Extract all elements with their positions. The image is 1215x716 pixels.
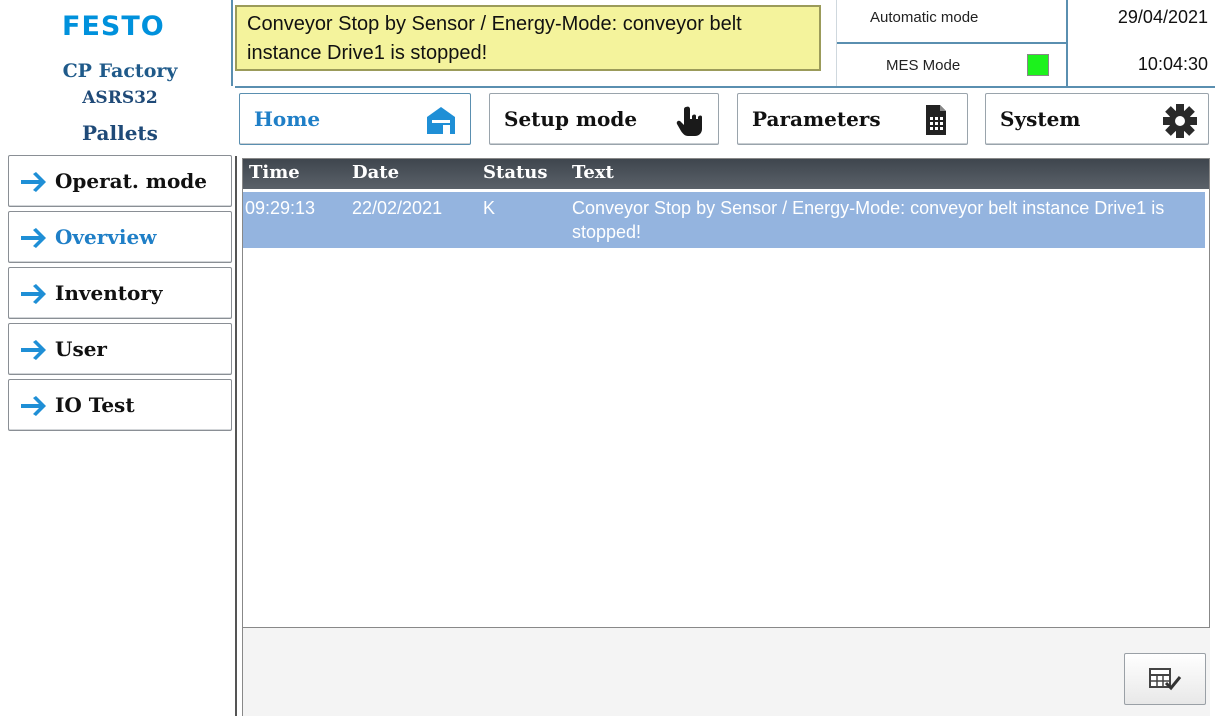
sidebar-item-operat-mode[interactable]: Operat. mode bbox=[8, 155, 232, 207]
table-footer bbox=[242, 628, 1210, 716]
header-divider bbox=[235, 86, 1215, 88]
cell-time: 09:29:13 bbox=[245, 198, 316, 218]
tab-parameters[interactable]: Parameters bbox=[737, 93, 968, 145]
acknowledge-button[interactable] bbox=[1124, 653, 1206, 705]
hand-pointer-icon bbox=[674, 103, 708, 137]
header-divider bbox=[231, 0, 233, 86]
station-sub: Pallets bbox=[82, 121, 158, 145]
festo-logo: FESTO bbox=[62, 11, 165, 42]
tab-setup-mode[interactable]: Setup mode bbox=[489, 93, 719, 145]
sidebar-item-overview[interactable]: Overview bbox=[8, 211, 232, 263]
sidebar-item-io-test[interactable]: IO Test bbox=[8, 379, 232, 431]
column-header-status[interactable]: Status bbox=[483, 162, 548, 183]
content-divider bbox=[235, 156, 237, 716]
cell-status: K bbox=[483, 198, 496, 218]
calculator-doc-icon bbox=[918, 103, 952, 137]
mes-status-indicator bbox=[1027, 54, 1049, 76]
sidebar-item-label: Inventory bbox=[55, 281, 163, 305]
sidebar-item-label: IO Test bbox=[55, 393, 135, 417]
column-header-time[interactable]: Time bbox=[249, 162, 300, 183]
sidebar-item-user[interactable]: User bbox=[8, 323, 232, 375]
sidebar-item-inventory[interactable]: Inventory bbox=[8, 267, 232, 319]
home-icon bbox=[424, 103, 458, 137]
mes-mode-label: MES Mode bbox=[886, 57, 961, 74]
gear-icon bbox=[1162, 103, 1197, 138]
alarm-table[interactable]: Time Date Status Text 09:29:13 22/02/202… bbox=[242, 158, 1210, 628]
column-header-date[interactable]: Date bbox=[352, 162, 399, 183]
arrow-right-icon bbox=[21, 396, 46, 416]
header-divider bbox=[836, 42, 1068, 44]
sidebar-item-label: User bbox=[55, 337, 107, 361]
column-header-text[interactable]: Text bbox=[572, 162, 614, 183]
sidebar-item-label: Operat. mode bbox=[55, 169, 208, 193]
alarm-message[interactable]: Conveyor Stop by Sensor / Energy-Mode: c… bbox=[235, 5, 821, 71]
tab-system-label: System bbox=[1000, 107, 1081, 131]
cell-text: Conveyor Stop by Sensor / Energy-Mode: c… bbox=[572, 198, 1165, 242]
arrow-right-icon bbox=[21, 284, 46, 304]
table-header: Time Date Status Text bbox=[243, 159, 1209, 189]
arrow-right-icon bbox=[21, 228, 46, 248]
table-row[interactable]: 09:29:13 22/02/2021 K Conveyor Stop by S… bbox=[243, 192, 1205, 248]
header-divider bbox=[1066, 0, 1068, 86]
tab-home-label: Home bbox=[254, 107, 321, 131]
tab-system[interactable]: System bbox=[985, 93, 1209, 145]
sidebar-item-label: Overview bbox=[55, 225, 157, 249]
acknowledge-table-icon bbox=[1149, 668, 1182, 691]
tab-setup-mode-label: Setup mode bbox=[504, 107, 638, 131]
tab-home[interactable]: Home bbox=[239, 93, 471, 145]
header-divider bbox=[836, 0, 837, 86]
station-id: ASRS32 bbox=[82, 88, 158, 108]
cell-date: 22/02/2021 bbox=[352, 198, 443, 218]
tab-parameters-label: Parameters bbox=[752, 107, 881, 131]
current-time: 10:04:30 bbox=[1137, 54, 1208, 74]
arrow-right-icon bbox=[21, 340, 46, 360]
current-date: 29/04/2021 bbox=[1117, 7, 1208, 27]
arrow-right-icon bbox=[21, 172, 46, 192]
station-name: CP Factory bbox=[62, 60, 178, 82]
operation-mode-label: Automatic mode bbox=[870, 9, 979, 26]
